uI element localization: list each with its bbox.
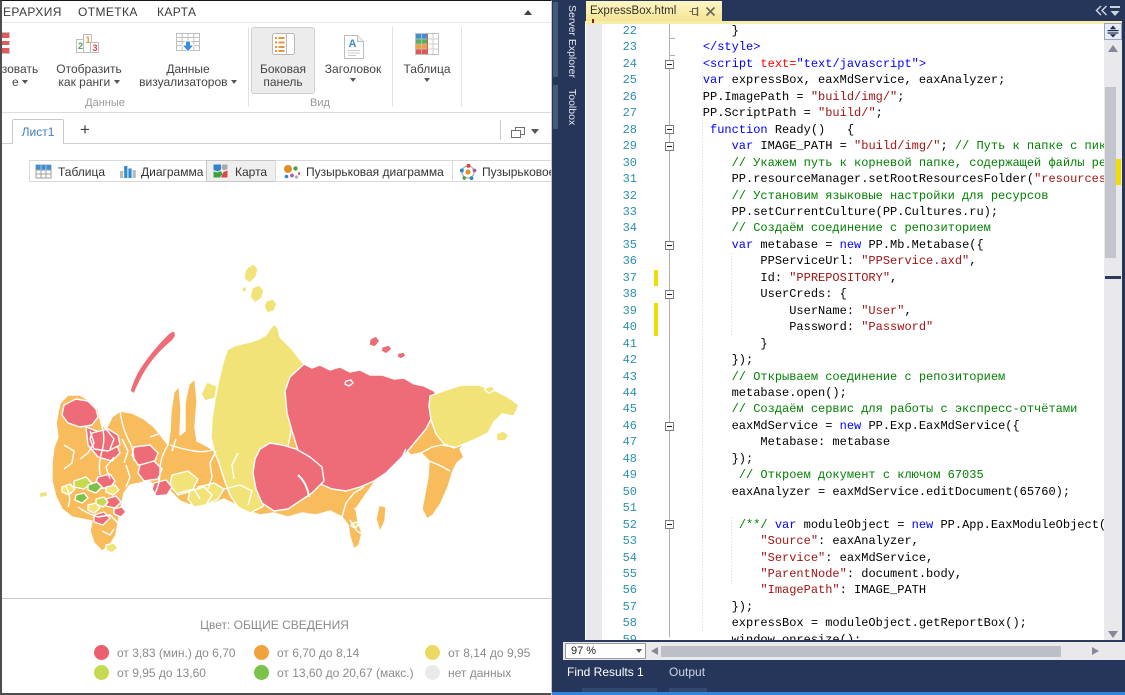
svg-text:2: 2 <box>78 41 83 51</box>
svg-text:1: 1 <box>86 35 91 45</box>
svg-text:A: A <box>349 38 357 50</box>
svg-text:3: 3 <box>93 43 98 53</box>
